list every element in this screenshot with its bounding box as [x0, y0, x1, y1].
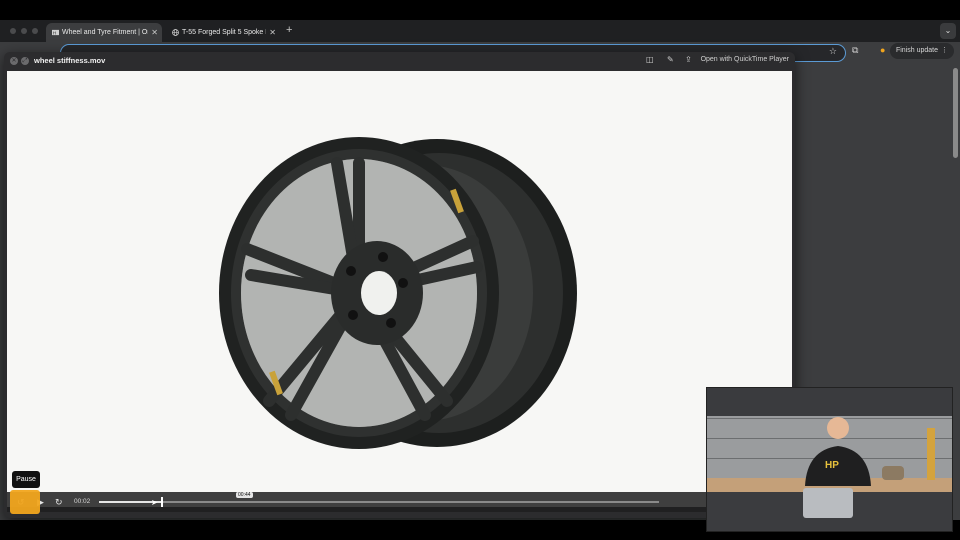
minimize-window-button[interactable] [21, 28, 27, 34]
close-tab-icon[interactable]: ✕ [269, 23, 276, 42]
zoom-window-button[interactable] [32, 28, 38, 34]
quick-look-viewer: ✕ ⤢ wheel stiffness.mov ◫ ✎ ⇪ Open with … [4, 52, 795, 518]
extensions-icon[interactable]: ⧉ [852, 45, 858, 56]
more-menu-icon[interactable]: ⋮ [941, 43, 948, 59]
page-scrollbar[interactable] [953, 68, 958, 158]
bookmark-star-icon[interactable]: ☆ [829, 46, 837, 57]
close-tab-icon[interactable]: ✕ [151, 23, 158, 42]
current-time: 00:02 [74, 498, 91, 505]
globe-icon [172, 29, 179, 36]
tab-title: Wheel and Tyre Fitment | Onli [62, 29, 148, 36]
tab-bar: H Wheel and Tyre Fitment | Onli ✕ T-55 F… [0, 20, 960, 42]
close-viewer-icon[interactable]: ✕ [10, 57, 18, 65]
pause-tooltip: Pause [12, 471, 40, 488]
presenter-video: HP [707, 388, 952, 531]
finish-update-button[interactable]: Finish update ⋮ [889, 43, 954, 59]
markup-icon[interactable]: ✎ [667, 55, 674, 64]
shirt-logo: HP [825, 460, 839, 471]
profile-icon[interactable]: ● [880, 45, 885, 55]
svg-text:H: H [53, 30, 56, 35]
video-frame[interactable] [7, 71, 792, 507]
mouse-cursor-icon: ➤ [151, 498, 158, 507]
finish-update-label: Finish update [895, 47, 938, 54]
share-icon[interactable]: ⇪ [685, 55, 692, 64]
viewer-filename: wheel stiffness.mov [34, 56, 106, 65]
tab-wheel-and-tyre-fitment[interactable]: H Wheel and Tyre Fitment | Onli ✕ [46, 23, 162, 42]
fullscreen-icon[interactable]: ⤢ [21, 57, 29, 65]
open-with-quicktime-button[interactable]: Open with QuickTime Player [701, 56, 789, 63]
playback-highlight [10, 490, 40, 514]
trim-icon[interactable]: ◫ [646, 55, 654, 64]
video-controls: ↺ ▶ ↻ 00:02 00:44 ➤ [7, 492, 792, 512]
viewer-header: ✕ ⤢ wheel stiffness.mov ◫ ✎ ⇪ Open with … [4, 52, 795, 70]
hover-time-label: 00:44 [236, 492, 253, 498]
close-window-button[interactable] [10, 28, 16, 34]
hpa-logo-icon: H [52, 29, 59, 35]
new-tab-button[interactable]: + [286, 24, 292, 36]
tab-search-button[interactable]: ⌄ [940, 23, 956, 39]
scrubber-track[interactable]: 00:44 [99, 492, 659, 507]
skip-forward-icon[interactable]: ↻ [55, 497, 63, 508]
tab-t55-forged-split[interactable]: T-55 Forged Split 5 Spoke Bl ✕ [166, 23, 280, 42]
tab-title: T-55 Forged Split 5 Spoke Bl [182, 29, 266, 36]
scrubber-handle[interactable] [160, 497, 163, 507]
wheel-image [219, 137, 577, 449]
webcam-overlay: HP [706, 387, 953, 532]
